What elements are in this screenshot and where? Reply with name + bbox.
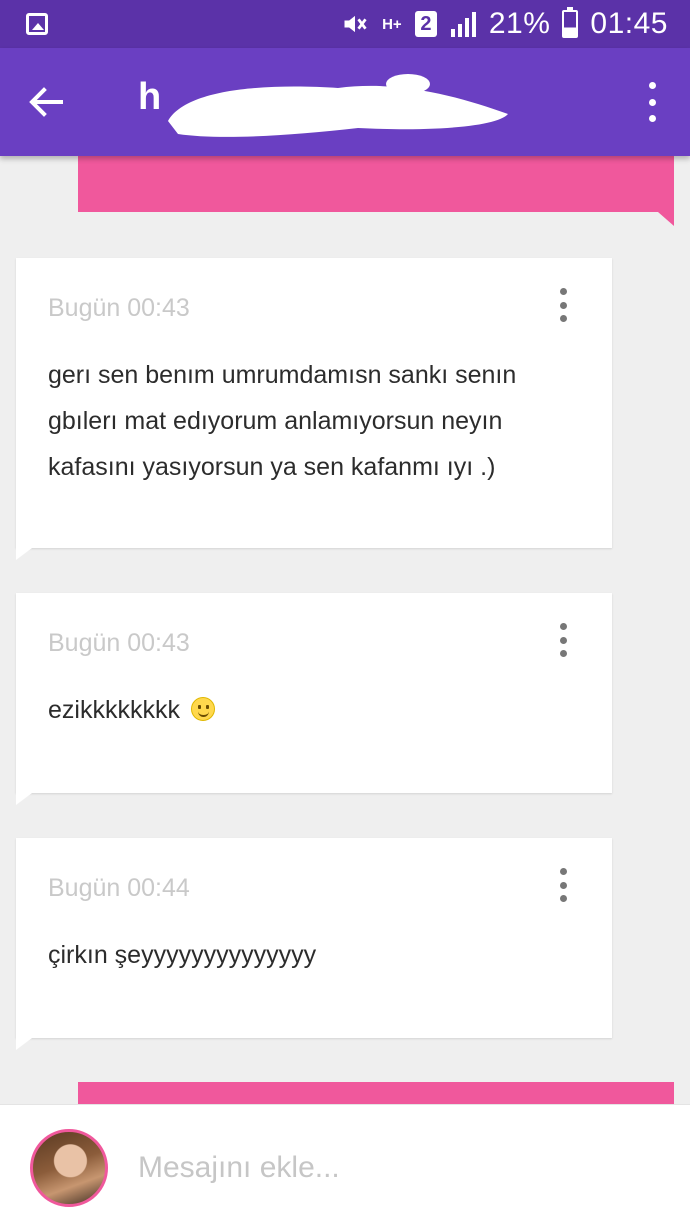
message-menu-button[interactable] [556,868,570,902]
message-timestamp: Bugün 00:43 [48,294,190,322]
outgoing-message-bubble[interactable] [78,156,674,226]
more-vert-icon-dot [648,98,656,106]
app-bar: h [0,48,690,156]
message-card[interactable]: Bugün 00:44 çirkın şeyyyyyyyyyyyyyy [16,838,612,1050]
more-vert-icon-dot [559,315,567,322]
composer-bar [0,1104,690,1227]
message-card[interactable]: Bugün 00:43 gerı sen benım umrumdamısn s… [16,258,612,560]
message-input[interactable] [138,1145,638,1191]
smile-emoji-icon [190,697,215,721]
message-text-line: kafasını yasıyorsun ya sen kafanmı ıyı .… [48,453,496,481]
redaction-mark [168,74,508,137]
status-left [26,13,48,35]
mute-icon [344,15,367,33]
message-menu-button[interactable] [556,288,570,322]
more-vert-icon-dot [559,650,567,657]
more-vert-icon-dot [559,881,567,889]
message-text: çirkın şeyyyyyyyyyyyyyy [48,941,317,969]
clock: 01:45 [590,7,668,40]
more-vert-icon-dot [648,82,656,89]
more-vert-icon-dot [559,868,567,875]
message-text-line: gbılerı mat edıyorum anlamıyorsun neyın [48,407,503,435]
more-vert-icon-dot [559,895,567,902]
battery-icon [562,7,579,38]
more-vert-icon-dot [559,301,567,309]
gallery-icon [26,13,48,35]
message-text-content: ezikkkkkkkk [48,696,180,724]
signal-icon [450,12,476,37]
network-icon: H+ [382,15,402,33]
more-vert-icon-dot [559,623,567,630]
more-options-button[interactable] [642,82,662,122]
message-card[interactable]: Bugün 00:43 ezikkkkkkkk [16,593,612,805]
status-bar: H+ 2 21% 01:45 [0,0,690,48]
chat-area[interactable]: Bugün 00:43 gerı sen benım umrumdamısn s… [0,156,690,1106]
back-button[interactable] [22,80,70,124]
more-vert-icon-dot [559,636,567,644]
battery-percent: 21% [488,7,551,40]
message-menu-button[interactable] [556,623,570,657]
avatar[interactable] [30,1129,108,1207]
message-timestamp: Bugün 00:43 [48,629,190,657]
sim-icon: 2 [414,11,437,37]
message-text: ezikkkkkkkk [48,687,578,733]
outgoing-message-bubble[interactable] [78,1082,674,1106]
message-text-line: gerı sen benım umrumdamısn sankı senın [48,361,517,389]
arrow-left-icon [29,87,63,117]
more-vert-icon-dot [648,115,656,122]
message-text: gerı sen benım umrumdamısn sankı senın g… [48,352,578,490]
more-vert-icon-dot [559,288,567,295]
status-right: H+ 2 21% 01:45 [341,7,668,41]
message-timestamp: Bugün 00:44 [48,874,190,902]
